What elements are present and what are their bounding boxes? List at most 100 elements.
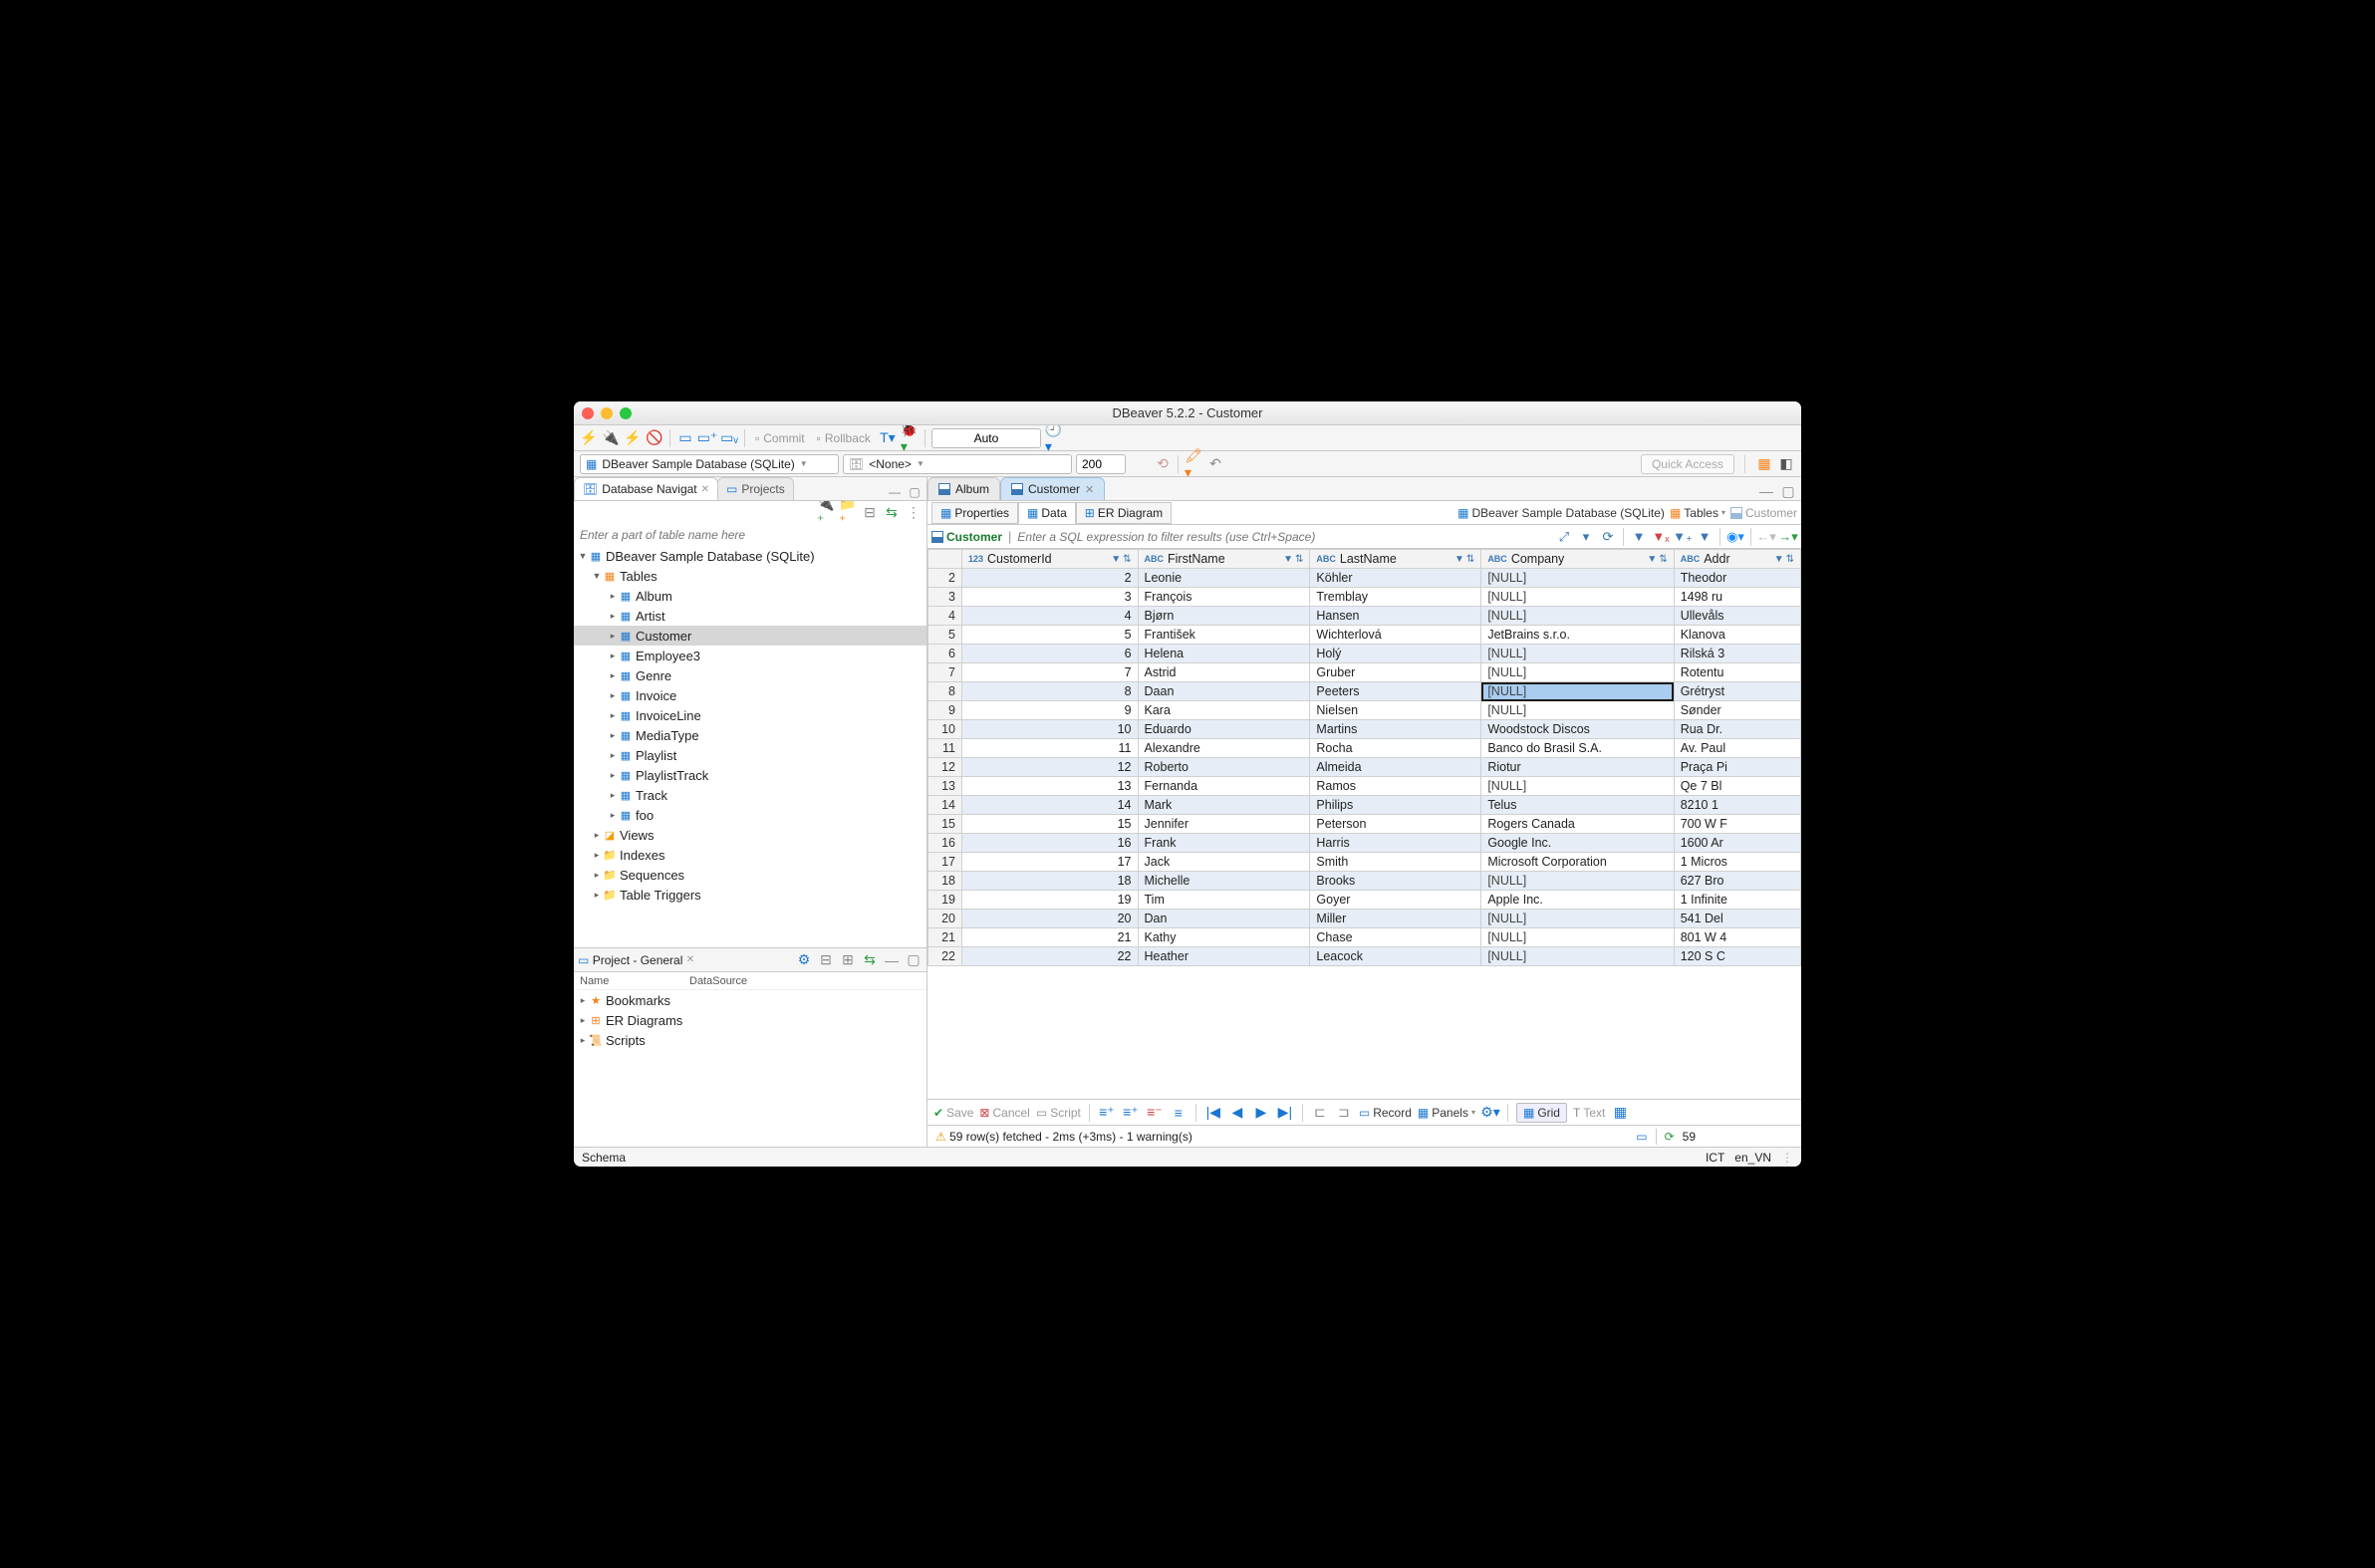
add-icon[interactable]: ⊞ (839, 951, 857, 969)
tree-datasource[interactable]: ▼▦DBeaver Sample Database (SQLite) (574, 546, 926, 566)
transaction-mode-icon[interactable]: T▾ (879, 429, 897, 447)
disconnect-icon[interactable]: ⚡ (624, 429, 642, 447)
datasource-selector[interactable]: ▦DBeaver Sample Database (SQLite)▼ (580, 454, 839, 474)
schema-selector[interactable]: 🗄<None>▼ (843, 454, 1072, 474)
fetch-size-icon[interactable]: ⊏ (1311, 1104, 1329, 1122)
sql-editor-icon[interactable]: ▭ (676, 429, 694, 447)
commit-button[interactable]: ▫Commit (751, 431, 809, 445)
minimize-view-icon[interactable]: — (1757, 482, 1775, 500)
project-item-scripts[interactable]: ▸📜Scripts (574, 1030, 926, 1050)
column-header-customerid[interactable]: 123CustomerId▼⇅ (962, 550, 1139, 569)
table-row[interactable]: 1515JenniferPetersonRogers Canada700 W F (928, 815, 1801, 834)
filter-apply-icon[interactable]: ▼ (1630, 528, 1648, 546)
column-header-lastname[interactable]: ABCLastName▼⇅ (1310, 550, 1481, 569)
nav-collapse-icon[interactable]: ⊟ (861, 503, 879, 521)
tree-table-foo[interactable]: ▸▦foo (574, 805, 926, 825)
nav-forward-icon[interactable]: →▾ (1779, 528, 1797, 546)
table-row[interactable]: 66HelenaHolý[NULL]Rilská 3 (928, 645, 1801, 663)
tree-table-genre[interactable]: ▸▦Genre (574, 665, 926, 685)
duplicate-row-icon[interactable]: ≡⁺ (1122, 1104, 1140, 1122)
filter-remove-icon[interactable]: ▼ₓ (1652, 528, 1670, 546)
expand-icon[interactable]: ⤢ (1555, 528, 1573, 546)
sql-filter-input[interactable] (1017, 530, 1549, 544)
tree-table-playlist[interactable]: ▸▦Playlist (574, 745, 926, 765)
tab-projects[interactable]: ▭Projects (717, 477, 794, 500)
project-item-er-diagrams[interactable]: ▸⊞ER Diagrams (574, 1010, 926, 1030)
nav-menu-icon[interactable]: ⋮ (905, 503, 923, 521)
tree-table-invoiceline[interactable]: ▸▦InvoiceLine (574, 705, 926, 725)
tree-table-track[interactable]: ▸▦Track (574, 785, 926, 805)
history-dropdown-icon[interactable]: ▾ (1577, 528, 1595, 546)
table-row[interactable]: 1313FernandaRamos[NULL]Qe 7 Bl (928, 777, 1801, 796)
maximize-view-icon[interactable]: ▢ (907, 484, 923, 500)
table-row[interactable]: 44BjørnHansen[NULL]Ullevåls (928, 607, 1801, 626)
minimize-view-icon[interactable]: — (883, 951, 901, 969)
tree-table-mediatype[interactable]: ▸▦MediaType (574, 725, 926, 745)
table-row[interactable]: 2222HeatherLeacock[NULL]120 S C (928, 947, 1801, 966)
row-count-icon[interactable]: ▭ (1636, 1130, 1647, 1144)
tree-table-invoice[interactable]: ▸▦Invoice (574, 685, 926, 705)
close-icon[interactable]: ✕ (1085, 483, 1094, 496)
new-connection-icon[interactable]: 🔌 (602, 429, 620, 447)
nav-connect-icon[interactable]: 🔌⁺ (817, 503, 835, 521)
editor-tab-customer[interactable]: Customer ✕ (1000, 477, 1105, 500)
debug-icon[interactable]: 🐞▾ (901, 429, 919, 447)
table-row[interactable]: 1616FrankHarrisGoogle Inc.1600 Ar (928, 834, 1801, 853)
editor-tab-album[interactable]: Album (927, 477, 1000, 500)
first-page-icon[interactable]: |◀ (1204, 1104, 1222, 1122)
config-icon[interactable]: ⚙▾ (1481, 1104, 1499, 1122)
next-page-icon[interactable]: ▶ (1252, 1104, 1270, 1122)
tree-folder-indexes[interactable]: ▸📁Indexes (574, 845, 926, 865)
sql-editor-recent-icon[interactable]: ▭ᵥ (720, 429, 738, 447)
table-row[interactable]: 2020DanMiller[NULL]541 Del (928, 910, 1801, 928)
table-row[interactable]: 1414MarkPhilipsTelus8210 1 (928, 796, 1801, 815)
rownum-header[interactable] (928, 550, 962, 569)
table-row[interactable]: 1818MichelleBrooks[NULL]627 Bro (928, 872, 1801, 891)
table-row[interactable]: 77AstridGruber[NULL]Rotentu (928, 663, 1801, 682)
subtab-er-diagram[interactable]: ⊞ER Diagram (1076, 502, 1172, 524)
perspective-icon[interactable]: ▦ (1755, 455, 1773, 473)
add-row-icon[interactable]: ≡⁺ (1098, 1104, 1116, 1122)
nav-link-icon[interactable]: ⇆ (883, 503, 901, 521)
maximize-view-icon[interactable]: ▢ (905, 951, 923, 969)
tree-table-album[interactable]: ▸▦Album (574, 586, 926, 606)
subtab-data[interactable]: ▦Data (1018, 502, 1076, 524)
table-row[interactable]: 1010EduardoMartinsWoodstock DiscosRua Dr… (928, 720, 1801, 739)
perspective-default-icon[interactable]: ◧ (1777, 455, 1795, 473)
last-page-icon[interactable]: ▶| (1276, 1104, 1294, 1122)
nav-back-icon[interactable]: ←▾ (1757, 528, 1775, 546)
navigator-tree[interactable]: ▼▦DBeaver Sample Database (SQLite) ▼▦Tab… (574, 546, 926, 905)
project-item-bookmarks[interactable]: ▸★Bookmarks (574, 990, 926, 1010)
record-mode-button[interactable]: ▭Record (1359, 1106, 1412, 1120)
tree-table-artist[interactable]: ▸▦Artist (574, 606, 926, 626)
gear-icon[interactable]: ⚙ (795, 951, 813, 969)
tree-table-employee3[interactable]: ▸▦Employee3 (574, 646, 926, 665)
table-row[interactable]: 55FrantišekWichterlováJetBrains s.r.o.Kl… (928, 626, 1801, 645)
refresh-icon[interactable]: ⟳ (1665, 1130, 1675, 1144)
nav-new-folder-icon[interactable]: 📁⁺ (839, 503, 857, 521)
tree-folder-table-triggers[interactable]: ▸📁Table Triggers (574, 885, 926, 905)
undo-icon[interactable]: ↶ (1206, 455, 1224, 473)
history-icon[interactable]: 🕘▾ (1045, 429, 1063, 447)
save-button[interactable]: ✔Save (933, 1106, 973, 1120)
row-limit-input[interactable] (1076, 454, 1126, 474)
data-grid[interactable]: 123CustomerId▼⇅ABCFirstName▼⇅ABCLastName… (927, 549, 1801, 1099)
table-row[interactable]: 88DaanPeeters[NULL]Grétryst (928, 682, 1801, 701)
column-header-addr[interactable]: ABCAddr▼⇅ (1674, 550, 1800, 569)
table-row[interactable]: 22LeonieKöhler[NULL]Theodor (928, 569, 1801, 588)
order-icon[interactable]: ◉▾ (1726, 528, 1744, 546)
quick-access-input[interactable]: Quick Access (1641, 454, 1734, 474)
collapse-icon[interactable]: ⊟ (817, 951, 835, 969)
close-icon[interactable]: ✕ (701, 484, 709, 495)
isolation-level-input[interactable] (931, 428, 1041, 448)
tab-database-navigator[interactable]: 🗄Database Navigat✕ (574, 477, 718, 500)
table-row[interactable]: 1717JackSmithMicrosoft Corporation1 Micr… (928, 853, 1801, 872)
tree-table-customer[interactable]: ▸▦Customer (574, 626, 926, 646)
fetch-all-icon[interactable]: ⊐ (1335, 1104, 1353, 1122)
close-icon[interactable]: ✕ (686, 954, 694, 965)
table-row[interactable]: 99KaraNielsen[NULL]Sønder (928, 701, 1801, 720)
grid-mode-button[interactable]: ▦Grid (1516, 1103, 1567, 1123)
edit-row-icon[interactable]: ≡ (1170, 1104, 1188, 1122)
table-row[interactable]: 1919TimGoyerApple Inc.1 Infinite (928, 891, 1801, 910)
script-button[interactable]: ▭Script (1036, 1106, 1081, 1120)
